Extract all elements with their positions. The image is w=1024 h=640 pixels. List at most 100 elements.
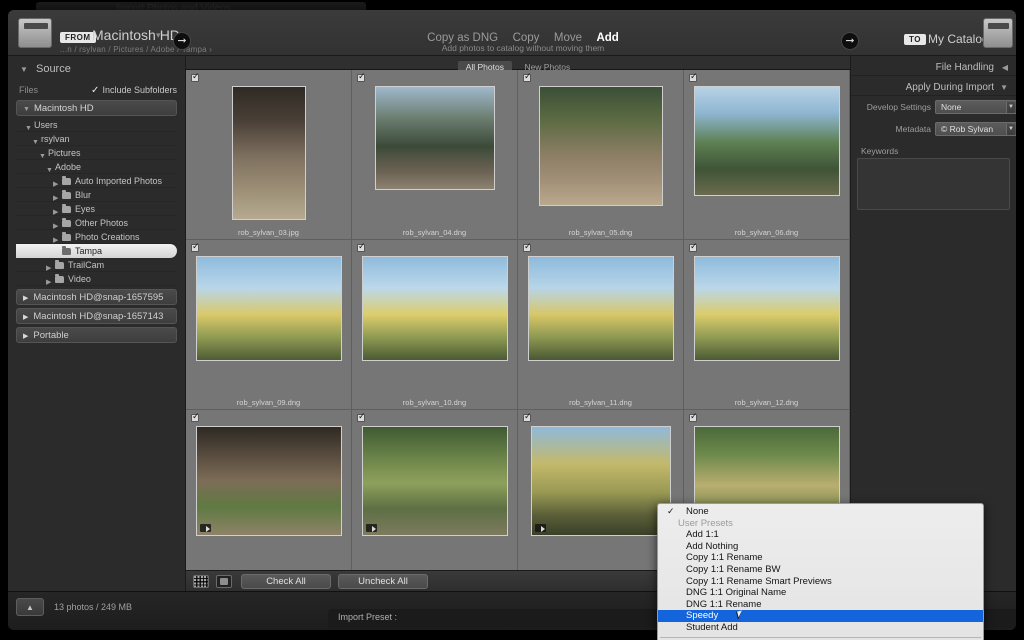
menu-item-student-add[interactable]: Student Add (658, 622, 983, 634)
develop-settings-row: Develop Settings None ▼ (857, 100, 1010, 116)
photo-checkbox[interactable] (689, 244, 697, 252)
import-preset-dropdown-menu[interactable]: ✓NoneUser PresetsAdd 1:1Add NothingCopy … (657, 503, 984, 640)
source-panel: ▼ Source Files ✓Include Subfolders ▼Maci… (8, 56, 186, 591)
photo-checkbox[interactable] (357, 244, 365, 252)
photo-cell[interactable]: rob_sylvan_09.dng (186, 240, 352, 410)
photo-thumbnail[interactable] (232, 86, 306, 220)
source-volume-macintosh-hd-snap-1657595[interactable]: ▶Macintosh HD@snap-1657595 (16, 289, 177, 305)
source-tree-item-users[interactable]: ▼Users (16, 118, 177, 132)
source-volumes-list[interactable]: ▶Macintosh HD@snap-1657595 ▶Macintosh HD@… (8, 289, 185, 343)
disclosure-triangle-icon[interactable]: ▶ (23, 295, 28, 302)
photo-filename: rob_sylvan_06.dng (684, 228, 849, 237)
photo-thumbnail[interactable] (196, 256, 342, 361)
chevron-down-icon[interactable]: ▼ (1000, 80, 1008, 96)
photo-thumbnail[interactable] (362, 426, 508, 536)
disclosure-triangle-icon[interactable]: ▼ (23, 106, 30, 113)
source-tree-item-rsylvan[interactable]: ▼rsylvan (16, 132, 177, 146)
photo-thumbnail[interactable] (196, 426, 342, 536)
disclosure-triangle-icon[interactable]: ▶ (46, 276, 51, 290)
source-tree-item-video[interactable]: ▶Video (16, 272, 177, 286)
photo-cell[interactable]: rob_sylvan_06.dng (684, 70, 850, 240)
photo-checkbox[interactable] (357, 74, 365, 82)
photo-checkbox[interactable] (191, 244, 199, 252)
source-tree-item-pictures[interactable]: ▼Pictures (16, 146, 177, 160)
source-tree-item-trailcam[interactable]: ▶TrailCam (16, 258, 177, 272)
photo-checkbox[interactable] (191, 74, 199, 82)
photo-checkbox[interactable] (689, 414, 697, 422)
source-chevron-icon[interactable]: ▾ (156, 30, 161, 41)
menu-item-dng-1-1-original-name[interactable]: DNG 1:1 Original Name (658, 587, 983, 599)
photo-cell[interactable] (352, 410, 518, 570)
volume-label: Portable (33, 330, 68, 341)
source-volume-macintosh-hd-snap-1657143[interactable]: ▶Macintosh HD@snap-1657143 (16, 308, 177, 324)
check-all-button[interactable]: Check All (241, 574, 331, 589)
photo-checkbox[interactable] (523, 244, 531, 252)
source-panel-header[interactable]: ▼ Source (8, 60, 185, 78)
photo-checkbox[interactable] (191, 414, 199, 422)
source-drive-icon (18, 18, 52, 48)
menu-item-add-1-1[interactable]: Add 1:1 (658, 529, 983, 541)
photo-cell[interactable]: rob_sylvan_03.jpg (186, 70, 352, 240)
photo-thumbnail[interactable] (362, 256, 508, 361)
source-name-button[interactable]: Macintosh HD (92, 27, 180, 43)
menu-item-add-nothing[interactable]: Add Nothing (658, 541, 983, 553)
file-handling-header[interactable]: File Handling ◀ (851, 60, 1016, 76)
apply-during-import-header[interactable]: Apply During Import ▼ (851, 80, 1016, 96)
keywords-input[interactable] (857, 158, 1010, 210)
disclosure-triangle-icon[interactable]: ▶ (23, 314, 28, 321)
photo-cell[interactable]: rob_sylvan_11.dng (518, 240, 684, 410)
photo-thumbnail[interactable] (539, 86, 663, 206)
source-volume-portable[interactable]: ▶ Portable (16, 327, 177, 343)
photo-checkbox[interactable] (523, 414, 531, 422)
photo-cell[interactable]: rob_sylvan_10.dng (352, 240, 518, 410)
destination-drive-icon (983, 18, 1013, 48)
photo-thumbnail[interactable] (531, 426, 671, 536)
footer-disclosure-button[interactable]: ▲ (16, 598, 44, 616)
uncheck-all-button[interactable]: Uncheck All (338, 574, 428, 589)
source-tree-item-other-photos[interactable]: ▶Other Photos (16, 216, 177, 230)
import-topbar: FROM Macintosh HD ▾ ...n / rsylvan / Pic… (8, 10, 1016, 56)
source-tree-item-adobe[interactable]: ▼Adobe (16, 160, 177, 174)
metadata-value: © Rob Sylvan (941, 124, 993, 134)
chevron-left-icon[interactable]: ◀ (1002, 60, 1008, 76)
menu-item-none[interactable]: ✓None (658, 506, 983, 518)
source-collapse-icon[interactable]: ▼ (20, 65, 28, 74)
metadata-row: Metadata © Rob Sylvan ▼ (857, 122, 1010, 138)
source-tree-item-eyes[interactable]: ▶Eyes (16, 202, 177, 216)
metadata-select[interactable]: © Rob Sylvan ▼ (935, 122, 1016, 136)
photo-thumbnail[interactable] (375, 86, 495, 190)
menu-item-dng-1-1-rename[interactable]: DNG 1:1 Rename (658, 599, 983, 611)
grid-view-icon[interactable] (193, 575, 209, 588)
photo-grid[interactable]: rob_sylvan_03.jpgrob_sylvan_04.dngrob_sy… (186, 70, 850, 570)
menu-item-speedy[interactable]: Speedy (658, 610, 983, 622)
source-tree-item-photo-creations[interactable]: ▶Photo Creations (16, 230, 177, 244)
menu-item-copy-1-1-rename[interactable]: Copy 1:1 Rename (658, 552, 983, 564)
disclosure-triangle-icon[interactable]: ▶ (23, 333, 28, 340)
photo-checkbox[interactable] (357, 414, 365, 422)
photo-cell[interactable]: rob_sylvan_05.dng (518, 70, 684, 240)
photo-thumbnail[interactable] (528, 256, 674, 361)
photo-checkbox[interactable] (689, 74, 697, 82)
tree-item-label: Adobe (55, 160, 81, 174)
source-tree-item-blur[interactable]: ▶Blur (16, 188, 177, 202)
photo-thumbnail[interactable] (694, 86, 840, 196)
destination-catalog-name[interactable]: My Catalog (928, 32, 989, 46)
source-tree-item-tampa[interactable]: Tampa (16, 244, 177, 258)
photo-thumbnail[interactable] (694, 256, 840, 361)
menu-item-copy-1-1-rename-smart-previews[interactable]: Copy 1:1 Rename Smart Previews (658, 576, 983, 588)
photo-cell[interactable] (186, 410, 352, 570)
source-forward-arrow-icon[interactable]: ➞ (173, 32, 191, 50)
apply-during-import-title: Apply During Import (906, 82, 994, 93)
source-tree-item-macintosh-hd[interactable]: ▼Macintosh HD (16, 100, 177, 116)
loupe-view-icon[interactable] (216, 575, 232, 588)
photo-cell[interactable]: rob_sylvan_04.dng (352, 70, 518, 240)
photo-checkbox[interactable] (523, 74, 531, 82)
include-subfolders-checkbox[interactable]: ✓Include Subfolders (91, 82, 177, 99)
photo-cell[interactable]: rob_sylvan_12.dng (684, 240, 850, 410)
source-folder-tree[interactable]: ▼Macintosh HD▼Users▼rsylvan▼Pictures▼Ado… (16, 100, 177, 286)
develop-settings-select[interactable]: None ▼ (935, 100, 1016, 114)
destination-forward-arrow-icon[interactable]: ➞ (841, 32, 859, 50)
folder-icon (62, 248, 71, 255)
menu-item-copy-1-1-rename-bw[interactable]: Copy 1:1 Rename BW (658, 564, 983, 576)
source-tree-item-auto-imported-photos[interactable]: ▶Auto Imported Photos (16, 174, 177, 188)
